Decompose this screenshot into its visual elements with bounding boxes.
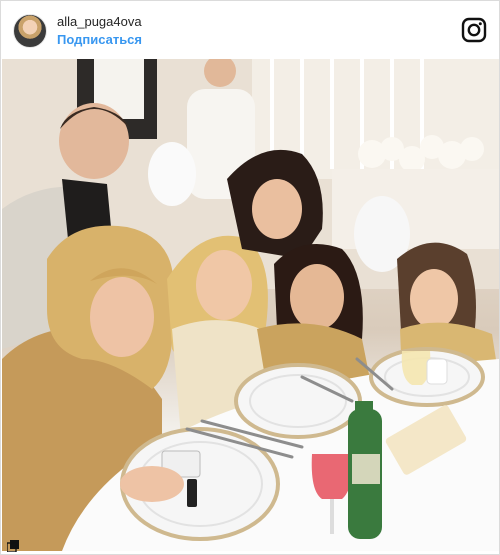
instagram-glyph-icon[interactable] <box>461 17 487 43</box>
cup <box>426 358 448 385</box>
woman-front-face <box>90 277 154 357</box>
post-photo[interactable] <box>2 59 499 551</box>
post-header: alla_puga4ova Подписаться <box>1 1 499 59</box>
chair-left <box>148 142 196 206</box>
woman-right-center-face <box>290 264 344 330</box>
instagram-post-card: alla_puga4ova Подписаться <box>0 0 500 555</box>
photo-illustration <box>2 59 499 551</box>
profile-avatar[interactable] <box>13 14 47 48</box>
lighter <box>187 479 197 507</box>
man-head <box>59 103 129 179</box>
follow-button[interactable]: Подписаться <box>57 32 142 47</box>
username[interactable]: alla_puga4ova <box>57 14 142 29</box>
woman-far-right-face <box>410 269 458 329</box>
multi-photo-icon <box>7 540 19 552</box>
wine-glass-red <box>311 454 353 499</box>
woman-top-face <box>252 179 302 239</box>
hand <box>120 466 184 502</box>
woman-center-face <box>196 250 252 320</box>
